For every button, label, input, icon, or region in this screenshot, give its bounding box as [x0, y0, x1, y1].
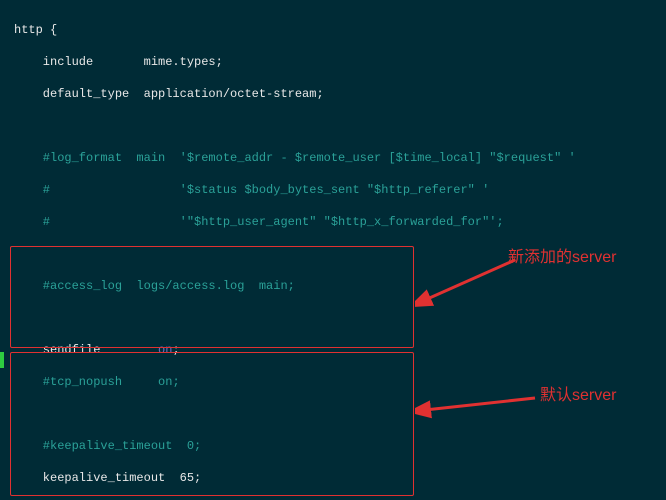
code-line: default_type application/octet-stream;: [14, 86, 666, 102]
annotation-default-server: 默认server: [540, 388, 616, 404]
code-line-comment: # '"$http_user_agent" "$http_x_forwarded…: [14, 214, 666, 230]
annotation-new-server: 新添加的server: [508, 250, 616, 266]
code-line: sendfile on;: [14, 342, 666, 358]
code-line: [14, 310, 666, 326]
code-line-comment: #keepalive_timeout 0;: [14, 438, 666, 454]
code-line: [14, 406, 666, 422]
code-line: [14, 118, 666, 134]
code-line: include mime.types;: [14, 54, 666, 70]
code-line: keepalive_timeout 65;: [14, 470, 666, 486]
code-line: http {: [14, 22, 666, 38]
gutter-change-marker: [0, 352, 4, 368]
code-line-comment: #access_log logs/access.log main;: [14, 278, 666, 294]
code-line-comment: #log_format main '$remote_addr - $remote…: [14, 150, 666, 166]
code-line-comment: # '$status $body_bytes_sent "$http_refer…: [14, 182, 666, 198]
